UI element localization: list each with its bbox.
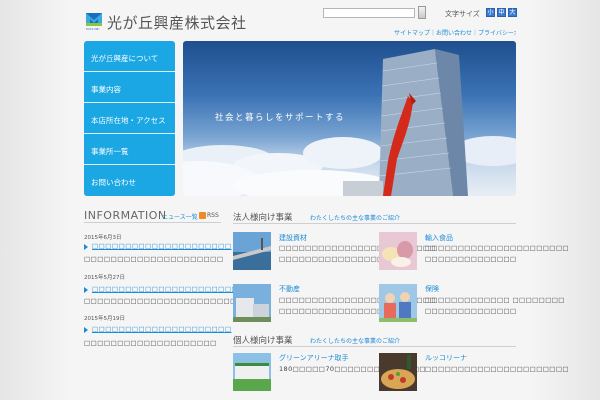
personal-section-subtitle: わたくしたちの主な事業のご紹介 — [310, 338, 401, 345]
corporate-divider — [233, 223, 516, 224]
news-date: 2015年5月19日 — [84, 316, 125, 322]
real-estate-image[interactable] — [233, 284, 271, 322]
arrow-right-icon — [84, 244, 88, 250]
personal-section-title: 個人様向け事業 — [233, 336, 293, 346]
business-title[interactable]: 保険 — [425, 284, 439, 294]
hero-caption: 社会と暮らしをサポートする — [215, 113, 346, 123]
business-description: □□□□□□□□□□□□□□□□□□□□□□ — [425, 365, 569, 373]
business-title[interactable]: 輸入食品 — [425, 233, 453, 243]
utility-links[interactable]: サイトマップ｜お問い合わせ｜プライバシーポリシー｜ — [394, 28, 516, 36]
font-size-large-button[interactable]: 大 — [508, 8, 517, 17]
nav-item-business[interactable]: 事業内容 — [84, 72, 175, 103]
insurance-image[interactable] — [379, 284, 417, 322]
construction-materials-image[interactable] — [233, 232, 271, 270]
news-link[interactable]: □□□□□□□□□□□□□□□□□□□□□□□□ — [92, 285, 251, 293]
font-size-label: 文字サイズ — [445, 10, 480, 18]
nav-item-access[interactable]: 本店所在地・アクセス — [84, 103, 175, 134]
business-title[interactable]: ルッコリーナ — [425, 353, 467, 363]
information-divider — [84, 222, 221, 223]
rss-link[interactable]: RSS — [207, 212, 219, 219]
news-list-link[interactable]: ニュース一覧 — [162, 212, 198, 221]
main-nav: 光が丘興産について 事業内容 本店所在地・アクセス 事業所一覧 お問い合わせ — [84, 41, 175, 196]
information-title: INFORMATION — [84, 209, 167, 222]
business-title[interactable]: グリーンアリーナ取手 — [279, 353, 349, 363]
arrow-right-icon — [84, 287, 88, 293]
business-description: □□□□□□□□□□□□□□□□□□□□□□ — [425, 244, 569, 252]
corporate-section-title: 法人様向け事業 — [233, 213, 293, 223]
news-link[interactable]: □□□□□□□□□□□□□□□□□□□□□ — [92, 325, 231, 333]
news-description: □□□□□□□□□□□□□□□□□□□□ — [84, 339, 217, 347]
business-title[interactable]: 建設資材 — [279, 233, 307, 243]
news-date: 2015年6月3日 — [84, 235, 122, 241]
news-link[interactable]: □□□□□□□□□□□□□□□□□□□□□ — [92, 242, 231, 250]
business-title[interactable]: 不動産 — [279, 284, 300, 294]
news-description: □□□□□□□□□□□□□□□□□□□□□ — [84, 255, 224, 263]
nav-item-about[interactable]: 光が丘興産について — [84, 41, 175, 72]
corporate-section-subtitle: わたくしたちの主な事業のご紹介 — [310, 215, 401, 222]
rss-icon[interactable] — [199, 212, 206, 219]
business-description: □□□□□□□□□□□□□□□□ — [279, 307, 384, 315]
green-arena-image[interactable] — [233, 353, 271, 391]
nav-item-offices[interactable]: 事業所一覧 — [84, 134, 175, 165]
page: MUSUBI 光が丘興産株式会社 文字サイズ 小 中 大 サイトマップ｜お問い合… — [0, 0, 600, 400]
search-input[interactable] — [323, 8, 415, 18]
company-name[interactable]: 光が丘興産株式会社 — [107, 12, 247, 33]
imported-food-image[interactable] — [379, 232, 417, 270]
company-logo[interactable]: MUSUBI — [86, 13, 102, 33]
business-description: □□□□□□□□□□□□□□ — [425, 307, 517, 315]
logo-mark-icon — [86, 13, 102, 26]
hero-banner: 社会と暮らしをサポートする — [183, 41, 516, 196]
nav-item-contact[interactable]: お問い合わせ — [84, 165, 175, 196]
business-description: □□□□□□□□□□□□□□ — [425, 255, 517, 263]
arrow-right-icon — [84, 327, 88, 333]
news-description: □□□□□□□□□□□□□□□□□□□□□□□□□ — [84, 297, 251, 305]
search-button[interactable] — [418, 6, 426, 19]
font-size-medium-button[interactable]: 中 — [497, 8, 506, 17]
personal-divider — [233, 346, 516, 347]
business-description: □□□□□□□□□□□□□□□□ — [279, 255, 384, 263]
ruccolina-image[interactable] — [379, 353, 417, 391]
business-description: □□□□□□□□□□□□□ □□□□□□□□ — [425, 296, 565, 304]
font-size-small-button[interactable]: 小 — [486, 8, 495, 17]
news-date: 2015年5月27日 — [84, 275, 125, 281]
logo-text: MUSUBI — [86, 27, 100, 31]
